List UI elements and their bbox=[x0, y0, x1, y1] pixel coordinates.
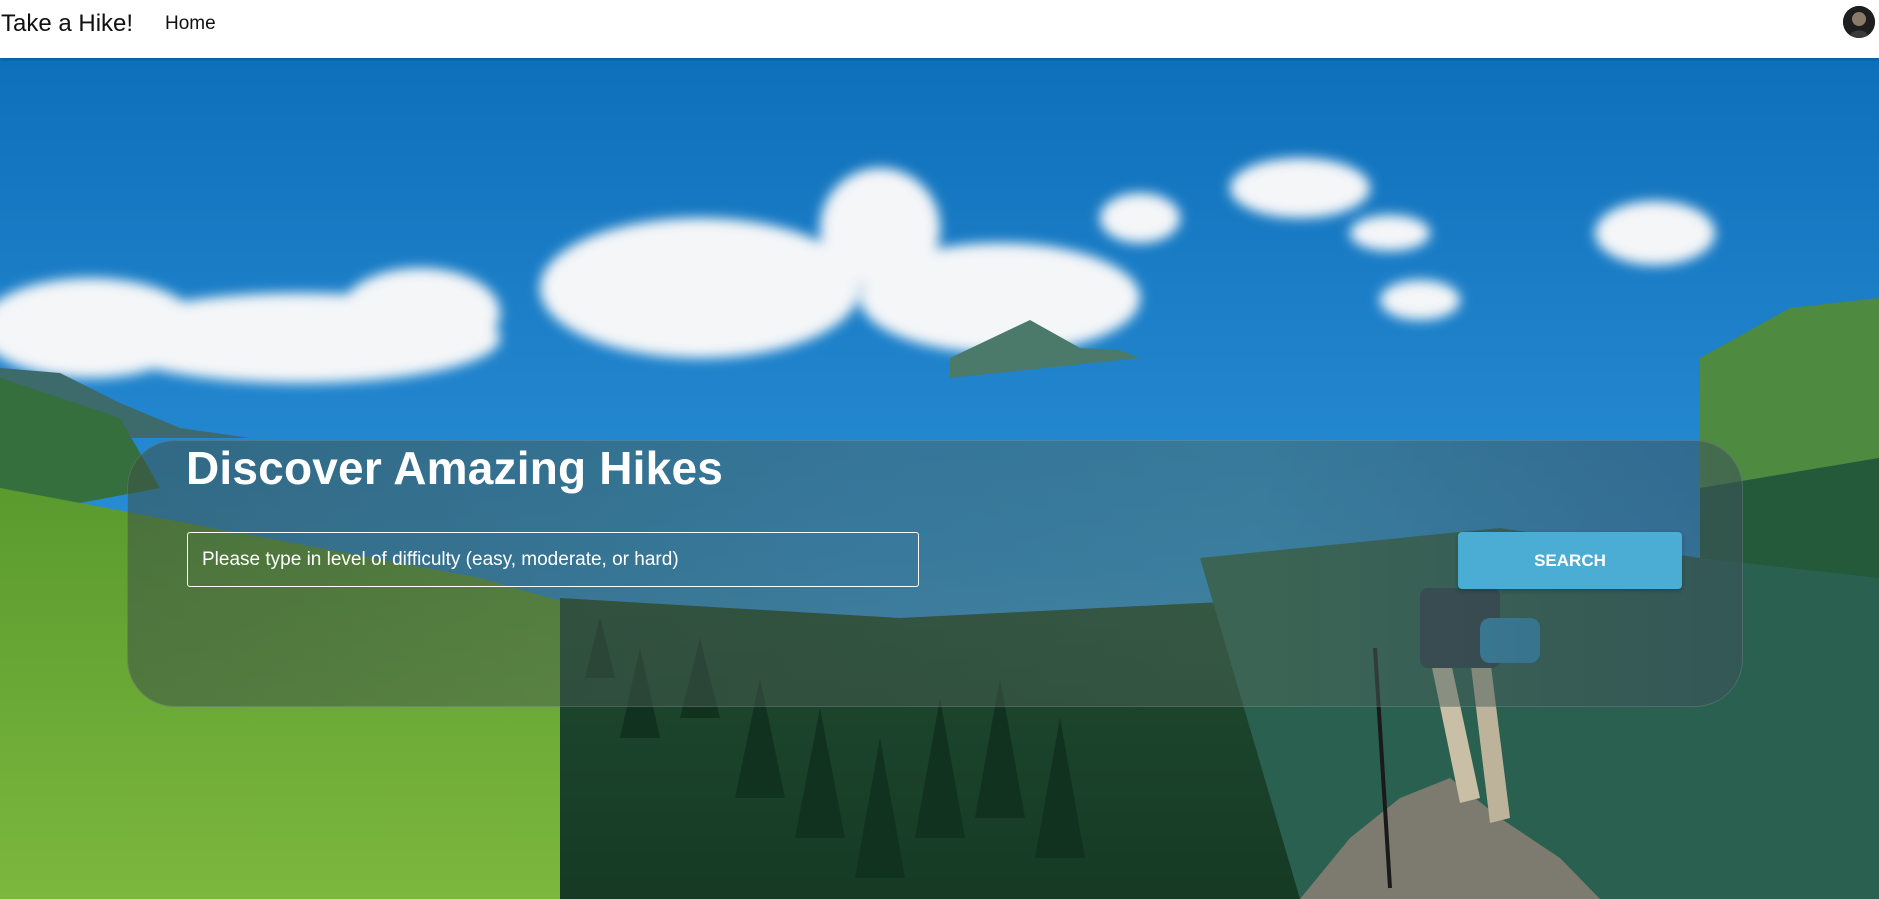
hero-title: Discover Amazing Hikes bbox=[186, 442, 724, 494]
top-navbar: Take a Hike! Home bbox=[0, 0, 1879, 58]
avatar-image bbox=[1843, 6, 1875, 38]
search-button[interactable]: SEARCH bbox=[1458, 532, 1682, 589]
difficulty-search-input[interactable] bbox=[187, 532, 919, 587]
brand-title[interactable]: Take a Hike! bbox=[1, 10, 133, 38]
user-avatar-icon[interactable] bbox=[1843, 6, 1875, 38]
nav-link-home[interactable]: Home bbox=[165, 13, 216, 35]
